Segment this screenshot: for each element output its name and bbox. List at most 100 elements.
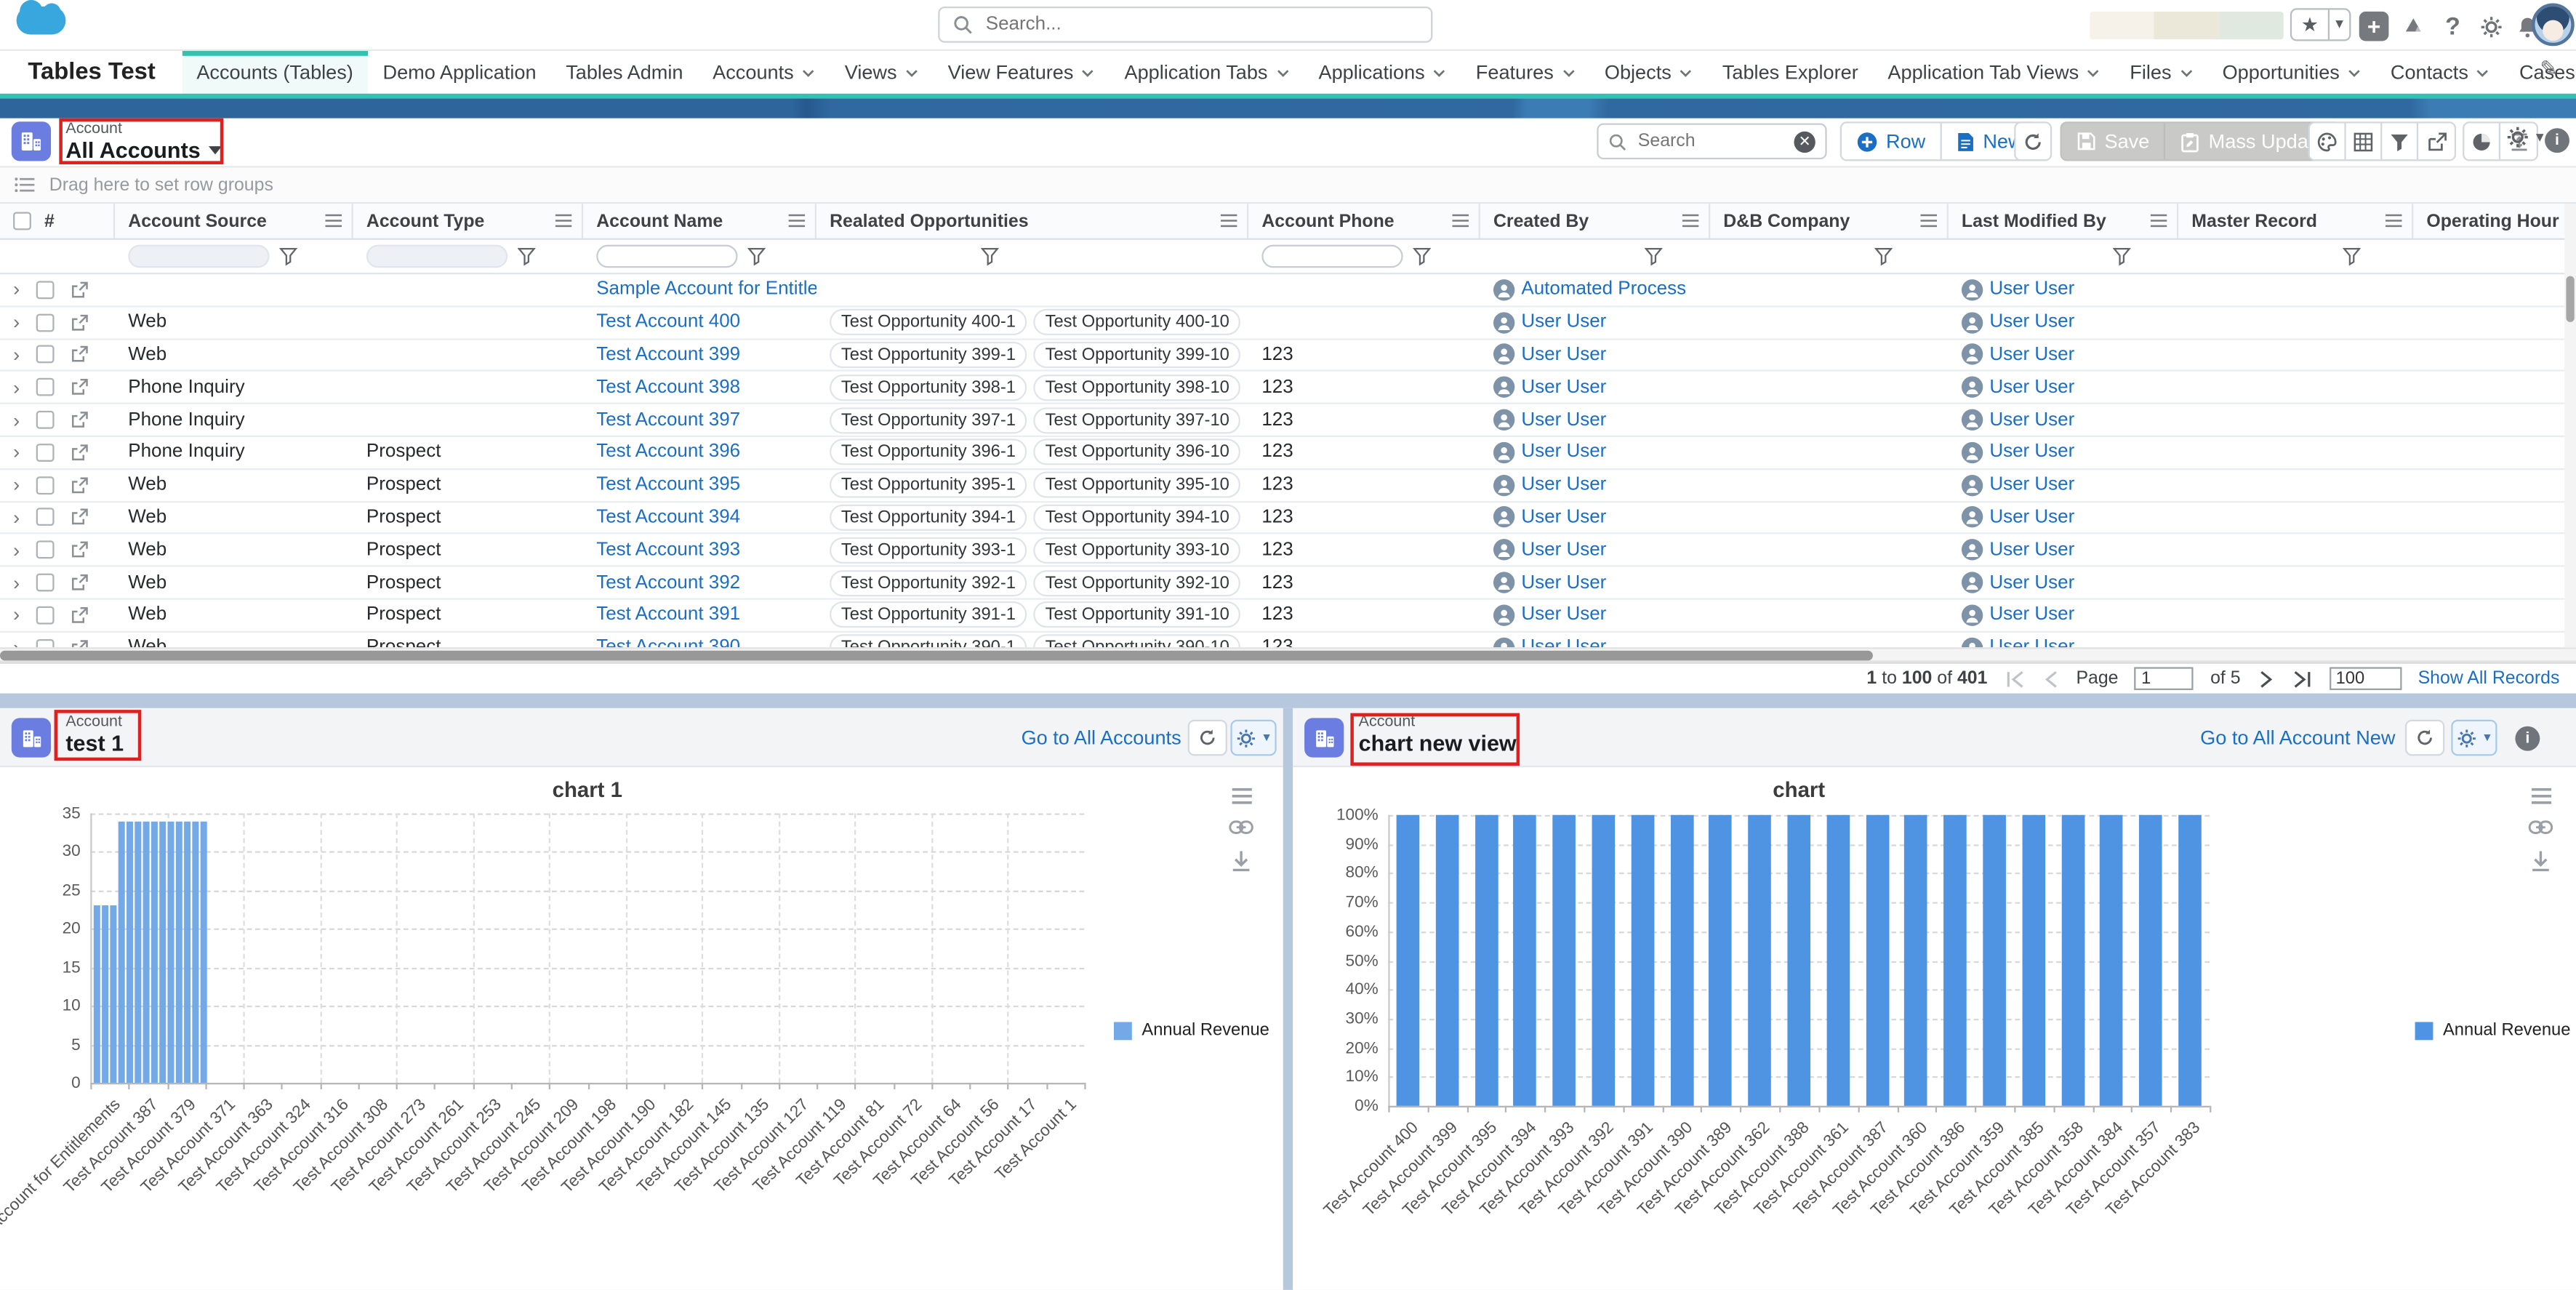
prev-page-icon[interactable] [2042,670,2060,688]
table-row[interactable]: ›WebProspectTest Account 390Test Opportu… [0,632,2576,647]
account-name-link[interactable]: Test Account 397 [596,410,740,430]
global-search-input[interactable] [982,13,1418,36]
help-icon[interactable]: ? [2438,12,2468,41]
column-menu-icon[interactable] [1920,214,1937,228]
column-menu-icon[interactable] [789,214,806,228]
row-checkbox[interactable] [36,346,55,364]
table-row[interactable]: ›WebTest Account 399Test Opportunity 399… [0,340,2576,372]
expand-row-icon[interactable]: › [13,574,20,591]
column-menu-icon[interactable] [1452,214,1469,228]
star-icon[interactable]: ★ [2292,10,2328,40]
select-all-checkbox[interactable] [13,212,31,230]
column-menu-icon[interactable] [1221,214,1237,228]
column-header-account-name[interactable]: Account Name [583,204,816,238]
account-name-link[interactable]: Sample Account for Entitlements [596,280,816,300]
expand-row-icon[interactable]: › [13,412,20,428]
open-record-icon[interactable] [71,574,89,592]
page-size-input[interactable] [2330,667,2402,690]
user-avatar[interactable] [2532,4,2575,47]
row-checkbox[interactable] [36,411,55,429]
account-name-link[interactable]: Test Account 398 [596,377,740,397]
chart-link-icon[interactable] [1229,820,1253,835]
column-filter-icon[interactable] [1874,247,1893,266]
column-menu-icon[interactable] [325,214,342,228]
setup-gear-icon[interactable] [2476,12,2505,41]
column-filter-icon[interactable] [518,247,536,266]
last-modified-by-link[interactable]: User User [1989,280,2074,300]
trailhead-icon[interactable] [2399,12,2428,41]
chart-menu-icon[interactable] [2529,787,2553,805]
panel-refresh-button[interactable] [1188,720,1227,756]
table-row[interactable]: ›WebTest Account 400Test Opportunity 400… [0,307,2576,340]
open-record-icon[interactable] [71,606,89,624]
tab-features[interactable]: Features [1461,51,1589,94]
open-record-icon[interactable] [71,638,89,647]
open-record-icon[interactable] [71,541,89,559]
opportunity-chip[interactable]: Test Opportunity 397-10 [1034,406,1241,433]
refresh-icon[interactable] [2015,123,2050,159]
opportunity-chip[interactable]: Test Opportunity 400-1 [830,309,1027,335]
open-record-icon[interactable] [71,281,89,299]
opportunity-chip[interactable]: Test Opportunity 400-10 [1034,309,1241,335]
expand-row-icon[interactable]: › [13,281,20,298]
vertical-scrollbar[interactable] [2564,204,2576,647]
created-by-link[interactable]: User User [1521,605,1606,625]
last-modified-by-link[interactable]: User User [1989,475,2074,494]
last-modified-by-link[interactable]: User User [1989,573,2074,593]
row-group-dropzone[interactable]: Drag here to set row groups [0,166,2576,204]
row-checkbox[interactable] [36,638,55,647]
open-record-icon[interactable] [71,346,89,364]
tab-contacts[interactable]: Contacts [2376,51,2505,94]
created-by-link[interactable]: User User [1521,508,1606,527]
opportunity-chip[interactable]: Test Opportunity 394-1 [830,505,1027,531]
opportunity-chip[interactable]: Test Opportunity 391-10 [1034,602,1241,628]
opportunity-chip[interactable]: Test Opportunity 393-10 [1034,537,1241,563]
open-record-icon[interactable] [71,476,89,494]
chart-download-icon[interactable] [2530,849,2551,873]
filter-input[interactable] [366,245,507,268]
tab-applications[interactable]: Applications [1304,51,1461,94]
page-input[interactable] [2135,667,2194,690]
created-by-link[interactable]: User User [1521,638,1606,647]
row-checkbox[interactable] [36,313,55,332]
column-header-last-modified-by[interactable]: Last Modified By [1949,204,2178,238]
row-checkbox[interactable] [36,508,55,526]
grid-search[interactable]: ✕ [1597,123,1826,159]
tab-objects[interactable]: Objects [1590,51,1708,94]
table-row[interactable]: ›Phone InquiryTest Account 397Test Oppor… [0,404,2576,437]
created-by-link[interactable]: User User [1521,573,1606,593]
filter-input[interactable] [1261,245,1403,268]
first-page-icon[interactable] [2004,670,2025,688]
column-menu-icon[interactable] [555,214,572,228]
last-modified-by-link[interactable]: User User [1989,638,2074,647]
tab-accounts[interactable]: Accounts [698,51,830,94]
account-name-link[interactable]: Test Account 400 [596,313,740,332]
filter-icon[interactable] [2382,123,2418,159]
opportunity-chip[interactable]: Test Opportunity 396-1 [830,439,1027,465]
save-button[interactable]: Save [2062,123,2166,159]
row-checkbox[interactable] [36,476,55,494]
row-checkbox[interactable] [36,444,55,462]
last-modified-by-link[interactable]: User User [1989,410,2074,430]
tab-tables-admin[interactable]: Tables Admin [551,51,698,94]
opportunity-chip[interactable]: Test Opportunity 395-10 [1034,472,1241,498]
row-checkbox[interactable] [36,378,55,396]
expand-row-icon[interactable]: › [13,509,20,526]
go-to-view-link[interactable]: Go to All Account New [2200,726,2395,750]
expand-row-icon[interactable]: › [13,607,20,624]
tab-application-tab-views[interactable]: Application Tab Views [1873,51,2115,94]
open-record-icon[interactable] [71,444,89,462]
open-record-icon[interactable] [71,378,89,396]
column-filter-icon[interactable] [2113,247,2131,266]
account-name-link[interactable]: Test Account 396 [596,443,740,462]
table-row[interactable]: ›WebProspectTest Account 391Test Opportu… [0,600,2576,633]
columns-grid-icon[interactable] [2346,123,2383,159]
grid-search-input[interactable] [1634,130,1786,153]
edit-tabs-pencil-icon[interactable]: ✎ [2540,56,2558,82]
created-by-link[interactable]: User User [1521,475,1606,494]
tab-tables-explorer[interactable]: Tables Explorer [1708,51,1874,94]
opportunity-chip[interactable]: Test Opportunity 392-1 [830,569,1027,596]
created-by-link[interactable]: User User [1521,313,1606,332]
opportunity-chip[interactable]: Test Opportunity 394-10 [1034,505,1241,531]
add-row-button[interactable]: Row [1842,123,1942,159]
